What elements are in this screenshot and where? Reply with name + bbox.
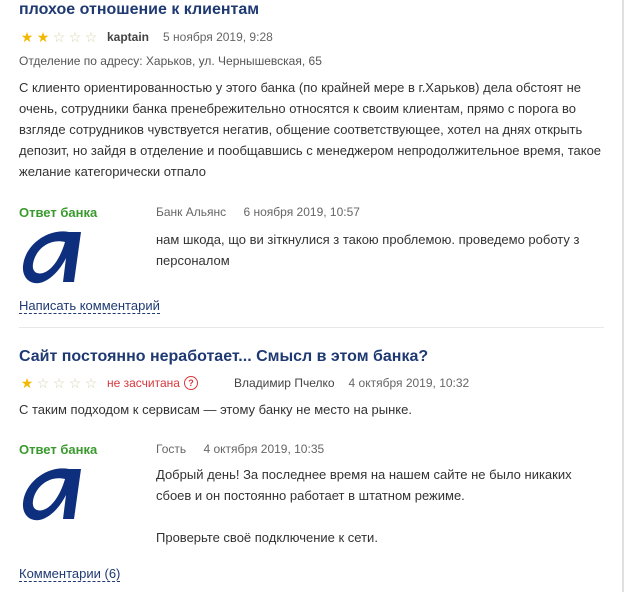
answer-label: Ответ банка bbox=[19, 205, 98, 220]
answer-paragraph: нам шкода, що ви зіткнулися з такою проб… bbox=[156, 232, 580, 268]
rating-stars: ★ ☆ ☆ ☆ ☆ bbox=[19, 376, 99, 390]
bank-alliance-logo bbox=[22, 468, 81, 521]
answer-text: нам шкода, що ви зіткнулися з такою проб… bbox=[156, 229, 596, 271]
write-comment-link[interactable]: Написать комментарий bbox=[19, 298, 160, 314]
star-icon: ★ bbox=[20, 29, 34, 45]
star-icon: ☆ bbox=[36, 375, 50, 391]
review-text: С таким подходом к сервисам — этому банк… bbox=[19, 402, 412, 417]
answer-meta: Банк Альянс 6 ноября 2019, 10:57 bbox=[156, 205, 360, 219]
rating-status: не засчитана bbox=[107, 376, 180, 390]
star-icon: ☆ bbox=[84, 375, 98, 391]
review-divider bbox=[19, 327, 604, 328]
review-meta: ★ ★ ☆ ☆ ☆ kaptain 5 ноября 2019, 9:28 bbox=[19, 29, 273, 45]
star-icon: ☆ bbox=[84, 29, 98, 45]
review-title[interactable]: Сайт постоянно неработает... Смысл в это… bbox=[19, 348, 428, 366]
answer-date: 6 ноября 2019, 10:57 bbox=[243, 205, 360, 219]
star-icon: ☆ bbox=[52, 29, 66, 45]
review-title[interactable]: плохое отношение к клиентам bbox=[19, 1, 259, 19]
answer-date: 4 октября 2019, 10:35 bbox=[203, 442, 325, 456]
review-date: 4 октября 2019, 10:32 bbox=[348, 376, 470, 390]
answer-text: Добрый день! За последнее время на нашем… bbox=[156, 464, 596, 548]
answer-author: Гость bbox=[156, 442, 187, 456]
review-meta: ★ ☆ ☆ ☆ ☆ не засчитана ? Владимир Пчелко… bbox=[19, 375, 469, 391]
star-icon: ☆ bbox=[52, 375, 66, 391]
answer-label: Ответ банка bbox=[19, 442, 98, 457]
star-icon: ☆ bbox=[68, 29, 82, 45]
review-branch: Отделение по адресу: Харьков, ул. Черныш… bbox=[19, 54, 322, 68]
star-icon: ★ bbox=[36, 29, 50, 45]
review-author[interactable]: Владимир Пчелко bbox=[234, 376, 335, 390]
question-circle-icon[interactable]: ? bbox=[183, 376, 198, 390]
answer-author: Банк Альянс bbox=[156, 205, 227, 219]
review-text: С клиенто ориентированностью у этого бан… bbox=[19, 80, 602, 179]
review-author[interactable]: kaptain bbox=[107, 30, 149, 44]
answer-meta: Гость 4 октября 2019, 10:35 bbox=[156, 442, 324, 456]
answer-paragraph: Проверьте своё подключение к сети. bbox=[156, 530, 378, 545]
answer-paragraph: Добрый день! За последнее время на нашем… bbox=[156, 467, 572, 503]
comments-link[interactable]: Комментарии (6) bbox=[19, 566, 121, 582]
bank-alliance-logo bbox=[22, 231, 81, 284]
star-icon: ★ bbox=[20, 375, 34, 391]
rating-stars: ★ ★ ☆ ☆ ☆ bbox=[19, 30, 99, 44]
star-icon: ☆ bbox=[68, 375, 82, 391]
review-date: 5 ноября 2019, 9:28 bbox=[163, 30, 273, 44]
